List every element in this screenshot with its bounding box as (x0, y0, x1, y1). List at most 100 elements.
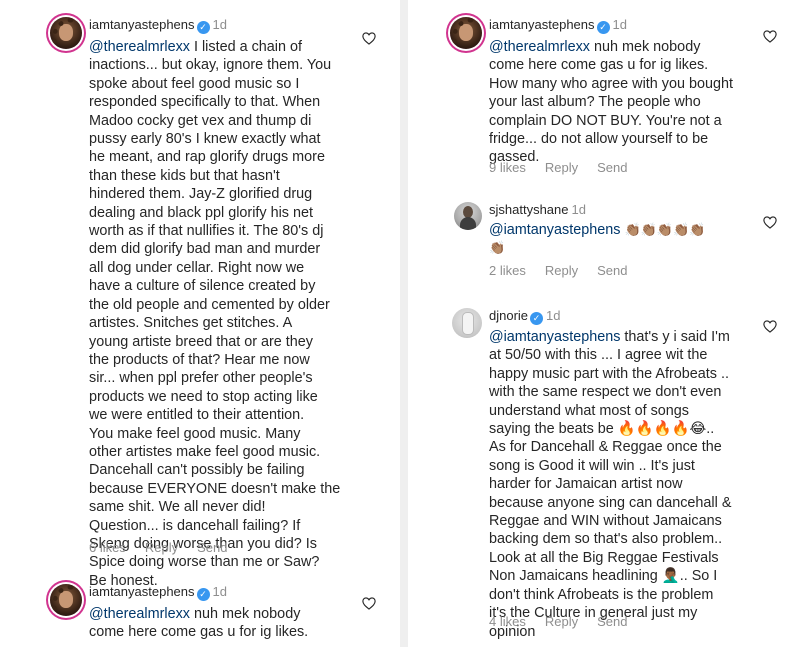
send-button[interactable]: Send (197, 540, 227, 555)
send-button[interactable]: Send (597, 160, 627, 175)
heart-outline-icon[interactable] (763, 30, 777, 43)
comment-line: @iamtanyastephens that's y i said I'm (489, 329, 730, 345)
comment-line: Dancehall can't possibly be failing (89, 462, 305, 479)
timestamp[interactable]: 1d (546, 308, 560, 323)
comment-line: come here come gas u for ig likes. (89, 624, 309, 641)
comment-line: because anyone sing can dancehall & (489, 494, 732, 511)
comment-line: As for Dancehall & Reggae once the (489, 439, 722, 456)
clapping-emoji: 👏🏽👏🏽👏🏽👏🏽👏🏽 (620, 223, 706, 238)
comment-line: other artistes make feel good music. (89, 443, 321, 460)
comment-line: fridge... do not allow yourself to be (489, 131, 709, 148)
comment-left-2: iamtanyastephens ✓ 1d @therealmrlexx nuh m… (50, 584, 395, 647)
comment-text: @therealmrlexx nuh mek nobody come here … (89, 605, 308, 642)
comment-header: iamtanyastephens ✓ 1d (89, 584, 227, 601)
comment-line: inactions... but okay, ignore them. You (89, 57, 332, 74)
avatar[interactable] (454, 202, 482, 230)
reply-button[interactable]: Reply (545, 263, 578, 278)
username[interactable]: djnorie (489, 308, 528, 323)
comment-actions: 6 likes Reply Send (89, 540, 246, 555)
comment-line: we were entitled to their attention. (89, 407, 305, 424)
reply-button[interactable]: Reply (545, 160, 578, 175)
panel-divider (400, 0, 408, 647)
mention-link[interactable]: @iamtanyastephens (489, 222, 620, 238)
comment-line: with the same respect we don't even (489, 384, 722, 401)
comment-line: Madoo cocky get vex and thump di (89, 112, 312, 129)
comment-line: song is Good it will win .. It's just (489, 457, 695, 474)
send-button[interactable]: Send (597, 614, 627, 629)
comment-right-1: iamtanyastephens ✓ 1d @therealmrlexx nuh m… (450, 17, 780, 177)
timestamp[interactable]: 1d (213, 584, 227, 599)
comment-line: How many who agree with you bought (489, 75, 733, 92)
comment-actions: 9 likes Reply Send (489, 160, 646, 175)
likes-count[interactable]: 2 likes (489, 263, 526, 278)
clapping-emoji: 👏🏽 (489, 241, 506, 257)
comment-text: @iamtanyastephens that's y i said I'm at… (489, 328, 731, 641)
heart-outline-icon[interactable] (763, 216, 777, 229)
reply-button[interactable]: Reply (545, 614, 578, 629)
comment-line: Reggae and WIN without Jamaicans (489, 513, 722, 530)
comment-line: spoke about feel good music so I (89, 75, 300, 92)
comment-line: Spice doing worse than me or Saw? (89, 554, 320, 571)
comment-line: he meant, and rap glorify drugs more (89, 149, 325, 166)
username[interactable]: iamtanyastephens (489, 17, 595, 32)
avatar[interactable] (452, 308, 482, 338)
comment-left-1: iamtanyastephens ✓ 1d @therealmrlexx I lis… (50, 17, 395, 589)
mention-link[interactable]: @therealmrlexx (89, 606, 190, 622)
comment-line: Question... is dancehall failing? If (89, 517, 301, 534)
comment-line: backing dem so that's also problem.. (489, 531, 723, 548)
username[interactable]: iamtanyastephens (89, 17, 195, 32)
verified-badge-icon: ✓ (530, 312, 544, 325)
comment-line: @therealmrlexx nuh mek nobody (489, 39, 701, 55)
heart-outline-icon[interactable] (362, 32, 376, 45)
timestamp[interactable]: 1d (572, 202, 586, 217)
heart-outline-icon[interactable] (362, 597, 376, 610)
comment-line: Look at all the Big Reggae Festivals (489, 549, 719, 566)
comment-line: You make feel good music. Many (89, 425, 301, 442)
verified-badge-icon: ✓ (596, 21, 610, 34)
comment-header: sjshattyshane 1d (489, 202, 586, 218)
comment-line: complain DO NOT BUY. You're not a (489, 112, 722, 129)
likes-count[interactable]: 4 likes (489, 614, 526, 629)
comment-line: Non Jamaicans headlining 🤦🏾‍♂️.. So I (489, 568, 718, 585)
comment-line: harder for Jamaican artist now (489, 476, 683, 493)
comment-line: than these kids but that hasn't (89, 167, 280, 184)
comment-line: sir... when ppl prefer other people's (89, 370, 313, 387)
comment-actions: 4 likes Reply Send (489, 614, 646, 629)
comment-header: djnorie ✓ 1d (489, 308, 561, 325)
comment-text: @iamtanyastephens 👏🏽👏🏽👏🏽👏🏽👏🏽 👏🏽 (489, 221, 705, 259)
comment-line: at 50/50 with this ... I agree wit the (489, 347, 708, 364)
comment-header: iamtanyastephens ✓ 1d (489, 17, 627, 34)
comment-line: all dog under cellar. Right now we (89, 259, 305, 276)
avatar[interactable] (50, 17, 82, 49)
comment-line: your last album? The people who (489, 94, 701, 111)
comment-line: understand what most of songs (489, 402, 689, 419)
comment-line: @therealmrlexx I listed a chain of (89, 39, 302, 55)
send-button[interactable]: Send (597, 263, 627, 278)
verified-badge-icon: ✓ (196, 588, 210, 601)
comment-line: because EVERYONE doesn't make the (89, 480, 341, 497)
comment-line: artistes. Snitches get stitches. A (89, 315, 293, 332)
mention-link[interactable]: @therealmrlexx (489, 39, 590, 55)
comment-line: hindered them. Jay-Z glorified drug (89, 186, 313, 203)
comment-text: @therealmrlexx nuh mek nobody come here … (489, 38, 733, 167)
heart-outline-icon[interactable] (763, 320, 777, 333)
username[interactable]: iamtanyastephens (89, 584, 195, 599)
mention-link[interactable]: @therealmrlexx (89, 39, 190, 55)
likes-count[interactable]: 9 likes (489, 160, 526, 175)
username[interactable]: sjshattyshane (489, 202, 569, 217)
likes-count[interactable]: 6 likes (89, 540, 126, 555)
timestamp[interactable]: 1d (613, 17, 627, 32)
comment-line: the products of that? Hear me now (89, 351, 310, 368)
reply-button[interactable]: Reply (145, 540, 178, 555)
avatar[interactable] (450, 17, 482, 49)
comment-text: @therealmrlexx I listed a chain of inact… (89, 38, 340, 590)
timestamp[interactable]: 1d (213, 17, 227, 32)
avatar[interactable] (50, 584, 82, 616)
comment-line: dem did glorify bad man and murder (89, 241, 321, 258)
mention-link[interactable]: @iamtanyastephens (489, 329, 620, 345)
comment-line: worth as if that nullifies it. The 80's … (89, 223, 324, 240)
comment-actions: 2 likes Reply Send (489, 263, 646, 278)
comment-line: @iamtanyastephens 👏🏽👏🏽👏🏽👏🏽👏🏽 (489, 221, 705, 240)
comment-line: young artiste breed that or are they (89, 333, 313, 350)
comment-line: same shit. We all never did! (89, 499, 266, 516)
